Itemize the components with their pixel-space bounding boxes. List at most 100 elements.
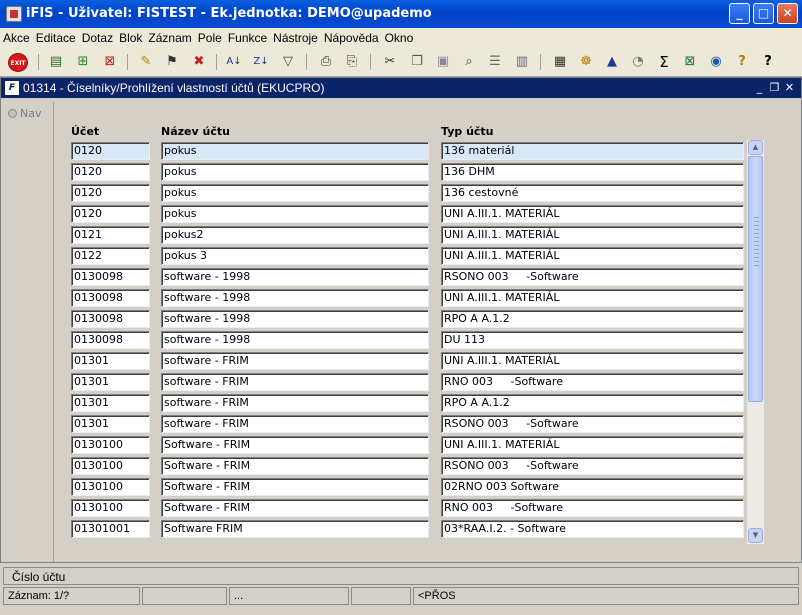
cell-nazev[interactable]: pokus [161, 163, 429, 181]
list-icon[interactable]: ☰ [485, 52, 505, 72]
cell-ucet[interactable]: 01301 [71, 373, 150, 391]
exit-button[interactable]: EXIT [8, 53, 28, 72]
cell-nazev[interactable]: software - 1998 [161, 310, 429, 328]
cell-typ[interactable]: RNO 003 -Software [441, 499, 744, 517]
cell-nazev[interactable]: Software - FRIM [161, 457, 429, 475]
print-preview-icon[interactable]: ⎘ [342, 52, 362, 72]
cell-typ[interactable]: 136 DHM [441, 163, 744, 181]
scroll-thumb[interactable] [748, 156, 763, 402]
calculator-icon[interactable]: ▦ [550, 52, 570, 72]
cell-typ[interactable]: 136 cestovné [441, 184, 744, 202]
context-help-icon[interactable]: ? [758, 52, 778, 72]
cell-ucet[interactable]: 0130098 [71, 310, 150, 328]
save-icon[interactable]: ▤ [46, 52, 66, 72]
cell-ucet[interactable]: 01301 [71, 394, 150, 412]
menu-item-funkce[interactable]: Funkce [225, 28, 270, 45]
nav-radio[interactable] [8, 109, 17, 118]
maximize-button[interactable]: □ [753, 3, 774, 24]
cell-nazev[interactable]: software - FRIM [161, 352, 429, 370]
cell-ucet[interactable]: 0130098 [71, 289, 150, 307]
paste-icon[interactable]: ▣ [433, 52, 453, 72]
find-icon[interactable]: ⌕ [459, 52, 479, 72]
delete-record-icon[interactable]: ⊠ [100, 52, 120, 72]
cell-ucet[interactable]: 0130098 [71, 268, 150, 286]
chart-icon[interactable]: ▲ [602, 52, 622, 72]
cell-ucet[interactable]: 0120 [71, 205, 150, 223]
cell-typ[interactable]: 136 materiál [441, 142, 744, 160]
insert-record-icon[interactable]: ⊞ [73, 52, 93, 72]
minimize-button[interactable]: _ [729, 3, 750, 24]
menu-item-napoveda[interactable]: Nápověda [321, 28, 382, 45]
cell-ucet[interactable]: 01301001 [71, 520, 150, 538]
cell-ucet[interactable]: 0130100 [71, 478, 150, 496]
inner-minimize-button[interactable]: _ [753, 81, 766, 94]
menu-item-zaznam[interactable]: Záznam [145, 28, 194, 45]
sort-ascending-icon[interactable]: A↓ [224, 52, 244, 72]
menu-item-pole[interactable]: Pole [195, 28, 225, 45]
menu-item-editace[interactable]: Editace [33, 28, 79, 45]
excel-icon[interactable]: ⊠ [680, 52, 700, 72]
cell-nazev[interactable]: software - FRIM [161, 373, 429, 391]
cell-typ[interactable]: UNI A.III.1. MATERIÁL [441, 205, 744, 223]
browser-icon[interactable]: ◉ [706, 52, 726, 72]
scroll-up-icon[interactable]: ▲ [748, 140, 763, 155]
cell-ucet[interactable]: 0130100 [71, 499, 150, 517]
menu-item-akce[interactable]: Akce [0, 28, 33, 45]
settings-icon[interactable]: ☸ [576, 52, 596, 72]
cell-typ[interactable]: 02RNO 003 Software [441, 478, 744, 496]
cell-nazev[interactable]: software - 1998 [161, 289, 429, 307]
sort-descending-icon[interactable]: Z↓ [251, 52, 271, 72]
cell-typ[interactable]: UNI A.III.1. MATERIÁL [441, 289, 744, 307]
columns-icon[interactable]: ▥ [512, 52, 532, 72]
cell-typ[interactable]: UNI A.III.1. MATERIÁL [441, 436, 744, 454]
cell-ucet[interactable]: 01301 [71, 352, 150, 370]
cell-ucet[interactable]: 01301 [71, 415, 150, 433]
inner-close-button[interactable]: ✕ [783, 81, 796, 94]
cell-nazev[interactable]: Software - FRIM [161, 478, 429, 496]
cell-nazev[interactable]: Software - FRIM [161, 436, 429, 454]
help-icon[interactable]: ? [732, 52, 752, 72]
cell-ucet[interactable]: 0120 [71, 184, 150, 202]
cell-nazev[interactable]: Software - FRIM [161, 499, 429, 517]
cut-icon[interactable]: ✂ [380, 52, 400, 72]
copy-icon[interactable]: ❐ [407, 52, 427, 72]
cell-nazev[interactable]: software - FRIM [161, 394, 429, 412]
scroll-down-icon[interactable]: ▼ [748, 528, 763, 543]
close-button[interactable]: ✕ [777, 3, 798, 24]
cell-nazev[interactable]: pokus [161, 205, 429, 223]
cell-ucet[interactable]: 0130098 [71, 331, 150, 349]
execute-query-icon[interactable]: ⚑ [162, 52, 182, 72]
cell-nazev[interactable]: software - 1998 [161, 268, 429, 286]
cell-typ[interactable]: 03*RAA.I.2. - Software [441, 520, 744, 538]
cell-typ[interactable]: RSONO 003 -Software [441, 415, 744, 433]
cell-ucet[interactable]: 0130100 [71, 457, 150, 475]
cell-typ[interactable]: RSONO 003 -Software [441, 268, 744, 286]
cell-nazev[interactable]: pokus2 [161, 226, 429, 244]
cell-nazev[interactable]: pokus [161, 142, 429, 160]
cell-ucet[interactable]: 0120 [71, 142, 150, 160]
query-icon[interactable]: ✎ [136, 52, 156, 72]
filter-icon[interactable]: ▽ [278, 52, 298, 72]
menu-item-okno[interactable]: Okno [382, 28, 417, 45]
cell-typ[interactable]: DU 113 [441, 331, 744, 349]
cell-typ[interactable]: RNO 003 -Software [441, 373, 744, 391]
cell-nazev[interactable]: Software FRIM [161, 520, 429, 538]
clock-icon[interactable]: ◔ [628, 52, 648, 72]
cell-typ[interactable]: RPO A A.1.2 [441, 394, 744, 412]
cell-ucet[interactable]: 0130100 [71, 436, 150, 454]
cell-nazev[interactable]: software - FRIM [161, 415, 429, 433]
vertical-scrollbar[interactable]: ▲ ▼ [747, 140, 764, 544]
cell-nazev[interactable]: pokus [161, 184, 429, 202]
sum-icon[interactable]: Σ [654, 52, 674, 72]
cell-ucet[interactable]: 0121 [71, 226, 150, 244]
menu-item-nastroje[interactable]: Nástroje [270, 28, 321, 45]
cell-typ[interactable]: UNI A.III.1. MATERIÁL [441, 352, 744, 370]
cell-typ[interactable]: RPO A A.1.2 [441, 310, 744, 328]
menu-item-blok[interactable]: Blok [116, 28, 145, 45]
inner-restore-button[interactable]: ❐ [768, 81, 781, 94]
cell-typ[interactable]: RSONO 003 -Software [441, 457, 744, 475]
cell-ucet[interactable]: 0122 [71, 247, 150, 265]
cell-nazev[interactable]: software - 1998 [161, 331, 429, 349]
cell-nazev[interactable]: pokus 3 [161, 247, 429, 265]
print-icon[interactable]: ⎙ [316, 52, 336, 72]
